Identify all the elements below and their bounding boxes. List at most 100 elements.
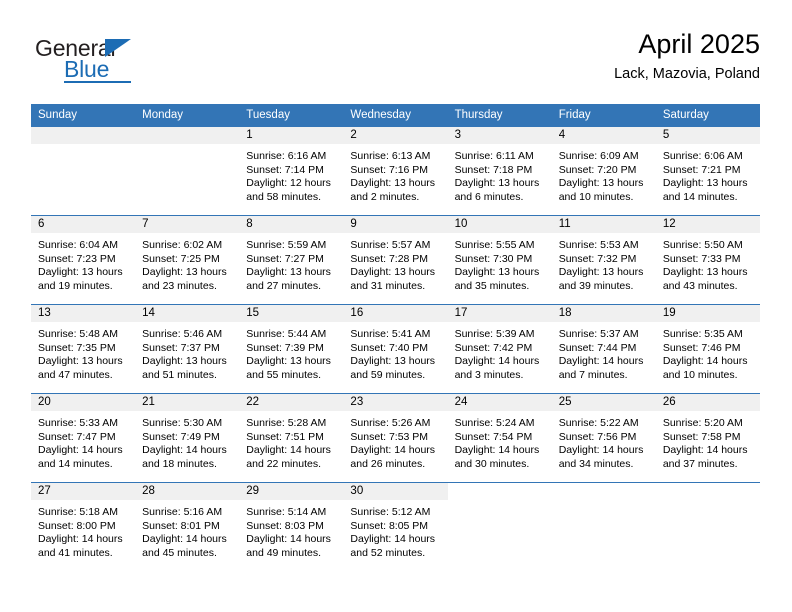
daylight-text: Daylight: 14 hours and 3 minutes. xyxy=(454,355,540,381)
day-number: 14 xyxy=(135,305,240,322)
weekday-header-tuesday: Tuesday xyxy=(239,104,344,127)
day-number: 23 xyxy=(343,394,448,411)
sunset-text: Sunset: 7:23 PM xyxy=(38,252,116,265)
calendar-day-cell[interactable]: 26 Sunrise: 5:20 AM Sunset: 7:58 PM Dayligh… xyxy=(655,393,760,483)
calendar-day-cell[interactable]: 1 Sunrise: 6:16 AM Sunset: 7:14 PM Daylight… xyxy=(239,127,344,216)
sunrise-text: Sunrise: 6:02 AM xyxy=(142,239,223,251)
calendar-day-cell[interactable]: 13 Sunrise: 5:48 AM Sunset: 7:35 PM Dayligh… xyxy=(31,304,136,394)
day-details: Sunrise: 5:48 AM Sunset: 7:35 PM Daylight:… xyxy=(31,322,135,382)
calendar-day-cell[interactable]: 12 Sunrise: 5:50 AM Sunset: 7:33 PM Dayligh… xyxy=(655,215,760,305)
sunrise-text: Sunrise: 5:39 AM xyxy=(454,328,535,340)
calendar-day-cell[interactable]: 2 Sunrise: 6:13 AM Sunset: 7:16 PM Daylight… xyxy=(343,127,448,216)
day-number: 9 xyxy=(343,216,448,233)
calendar-day-cell[interactable]: 4 Sunrise: 6:09 AM Sunset: 7:20 PM Daylight… xyxy=(551,127,656,216)
day-details: Sunrise: 5:53 AM Sunset: 7:32 PM Daylight:… xyxy=(552,233,656,293)
sunrise-text: Sunrise: 5:30 AM xyxy=(142,417,223,429)
calendar-empty-cell xyxy=(655,482,760,571)
calendar-day-cell[interactable]: 23 Sunrise: 5:26 AM Sunset: 7:53 PM Dayligh… xyxy=(343,393,448,483)
sunset-text: Sunset: 7:37 PM xyxy=(142,341,220,354)
sunrise-text: Sunrise: 5:59 AM xyxy=(246,239,327,251)
weekday-header-row: Sunday Monday Tuesday Wednesday Thursday… xyxy=(31,104,760,127)
logo-underline xyxy=(64,81,131,83)
weekday-header-wednesday: Wednesday xyxy=(343,104,448,127)
calendar-day-cell[interactable]: 10 Sunrise: 5:55 AM Sunset: 7:30 PM Dayligh… xyxy=(447,215,552,305)
sunset-text: Sunset: 7:53 PM xyxy=(350,430,429,443)
sunrise-text: Sunrise: 5:28 AM xyxy=(246,417,327,429)
daylight-text: Daylight: 14 hours and 14 minutes. xyxy=(38,444,123,470)
calendar-day-cell[interactable]: 25 Sunrise: 5:22 AM Sunset: 7:56 PM Dayligh… xyxy=(551,393,656,483)
calendar-day-cell[interactable]: 7 Sunrise: 6:02 AM Sunset: 7:25 PM Daylight… xyxy=(135,215,240,305)
day-details: Sunrise: 5:16 AM Sunset: 8:01 PM Daylight:… xyxy=(135,500,239,560)
daylight-text: Daylight: 14 hours and 18 minutes. xyxy=(142,444,227,470)
day-details: Sunrise: 5:39 AM Sunset: 7:42 PM Daylight:… xyxy=(448,322,552,382)
calendar-day-cell[interactable]: 19 Sunrise: 5:35 AM Sunset: 7:46 PM Dayligh… xyxy=(655,304,760,394)
sunrise-text: Sunrise: 6:09 AM xyxy=(558,150,639,162)
calendar-day-cell[interactable]: 16 Sunrise: 5:41 AM Sunset: 7:40 PM Dayligh… xyxy=(343,304,448,394)
calendar-day-cell[interactable]: 20 Sunrise: 5:33 AM Sunset: 7:47 PM Dayligh… xyxy=(31,393,136,483)
calendar-day-cell[interactable]: 15 Sunrise: 5:44 AM Sunset: 7:39 PM Dayligh… xyxy=(239,304,344,394)
sunset-text: Sunset: 7:44 PM xyxy=(558,341,637,354)
day-number: 24 xyxy=(447,394,552,411)
sunrise-text: Sunrise: 5:24 AM xyxy=(454,417,535,429)
calendar-day-cell[interactable]: 11 Sunrise: 5:53 AM Sunset: 7:32 PM Dayligh… xyxy=(551,215,656,305)
sunset-text: Sunset: 7:47 PM xyxy=(38,430,116,443)
sunset-text: Sunset: 7:35 PM xyxy=(38,341,116,354)
calendar-day-cell[interactable]: 3 Sunrise: 6:11 AM Sunset: 7:18 PM Daylight… xyxy=(447,127,552,216)
calendar-day-cell[interactable]: 28 Sunrise: 5:16 AM Sunset: 8:01 PM Dayligh… xyxy=(135,482,240,571)
calendar-day-cell[interactable]: 6 Sunrise: 6:04 AM Sunset: 7:23 PM Daylight… xyxy=(31,215,136,305)
day-details: Sunrise: 6:06 AM Sunset: 7:21 PM Daylight:… xyxy=(656,144,760,204)
calendar-day-cell[interactable]: 5 Sunrise: 6:06 AM Sunset: 7:21 PM Daylight… xyxy=(655,127,760,216)
calendar-day-cell[interactable]: 21 Sunrise: 5:30 AM Sunset: 7:49 PM Dayligh… xyxy=(135,393,240,483)
calendar-day-cell[interactable]: 24 Sunrise: 5:24 AM Sunset: 7:54 PM Dayligh… xyxy=(447,393,552,483)
calendar-day-cell[interactable]: 14 Sunrise: 5:46 AM Sunset: 7:37 PM Dayligh… xyxy=(135,304,240,394)
daylight-text: Daylight: 14 hours and 26 minutes. xyxy=(350,444,436,470)
day-number: 30 xyxy=(343,483,448,500)
calendar-page: General Blue April 2025 Lack, Mazovia, P… xyxy=(0,0,792,612)
calendar-day-cell[interactable]: 29 Sunrise: 5:14 AM Sunset: 8:03 PM Dayligh… xyxy=(239,482,344,571)
day-details: Sunrise: 5:24 AM Sunset: 7:54 PM Daylight:… xyxy=(448,411,552,471)
sunrise-text: Sunrise: 5:55 AM xyxy=(454,239,535,251)
page-subtitle: Lack, Mazovia, Poland xyxy=(614,66,760,82)
day-number: 4 xyxy=(551,127,656,144)
day-number: 18 xyxy=(551,305,656,322)
sunrise-text: Sunrise: 5:22 AM xyxy=(558,417,639,429)
calendar-day-cell[interactable]: 18 Sunrise: 5:37 AM Sunset: 7:44 PM Dayligh… xyxy=(551,304,656,394)
calendar-day-cell[interactable]: 17 Sunrise: 5:39 AM Sunset: 7:42 PM Dayligh… xyxy=(447,304,552,394)
daylight-text: Daylight: 14 hours and 49 minutes. xyxy=(246,533,331,559)
daylight-text: Daylight: 14 hours and 52 minutes. xyxy=(350,533,436,559)
title-block: April 2025 Lack, Mazovia, Poland xyxy=(614,28,760,84)
sunrise-text: Sunrise: 6:11 AM xyxy=(454,150,534,162)
calendar-day-cell[interactable]: 9 Sunrise: 5:57 AM Sunset: 7:28 PM Daylight… xyxy=(343,215,448,305)
weekday-header-monday: Monday xyxy=(135,104,240,127)
day-number: 20 xyxy=(31,394,136,411)
daylight-text: Daylight: 13 hours and 39 minutes. xyxy=(558,266,644,292)
sunset-text: Sunset: 7:30 PM xyxy=(454,252,533,265)
sunset-text: Sunset: 7:56 PM xyxy=(558,430,637,443)
sunset-text: Sunset: 7:25 PM xyxy=(142,252,220,265)
sunset-text: Sunset: 7:39 PM xyxy=(246,341,324,354)
day-number: 13 xyxy=(31,305,136,322)
sunset-text: Sunset: 7:18 PM xyxy=(454,163,533,176)
day-details: Sunrise: 5:50 AM Sunset: 7:33 PM Daylight:… xyxy=(656,233,760,293)
daylight-text: Daylight: 14 hours and 41 minutes. xyxy=(38,533,123,559)
day-details: Sunrise: 5:18 AM Sunset: 8:00 PM Daylight:… xyxy=(31,500,135,560)
day-details: Sunrise: 5:12 AM Sunset: 8:05 PM Daylight:… xyxy=(343,500,447,560)
calendar-day-cell[interactable]: 22 Sunrise: 5:28 AM Sunset: 7:51 PM Dayligh… xyxy=(239,393,344,483)
day-details: Sunrise: 6:04 AM Sunset: 7:23 PM Daylight:… xyxy=(31,233,135,293)
calendar-week-row: 27 Sunrise: 5:18 AM Sunset: 8:00 PM Dayligh… xyxy=(31,482,760,571)
calendar-day-cell[interactable]: 27 Sunrise: 5:18 AM Sunset: 8:00 PM Dayligh… xyxy=(31,482,136,571)
calendar-day-cell[interactable]: 8 Sunrise: 5:59 AM Sunset: 7:27 PM Daylight… xyxy=(239,215,344,305)
sunrise-text: Sunrise: 5:48 AM xyxy=(38,328,118,340)
sunset-text: Sunset: 7:32 PM xyxy=(558,252,637,265)
calendar-day-cell[interactable]: 30 Sunrise: 5:12 AM Sunset: 8:05 PM Dayligh… xyxy=(343,482,448,571)
sunrise-text: Sunrise: 5:57 AM xyxy=(350,239,431,251)
day-number: 21 xyxy=(135,394,240,411)
day-number xyxy=(31,127,136,144)
weekday-header-saturday: Saturday xyxy=(655,104,760,127)
calendar-week-row: 20 Sunrise: 5:33 AM Sunset: 7:47 PM Dayligh… xyxy=(31,393,760,483)
day-details: Sunrise: 5:33 AM Sunset: 7:47 PM Daylight:… xyxy=(31,411,135,471)
day-number: 12 xyxy=(655,216,760,233)
day-details: Sunrise: 6:09 AM Sunset: 7:20 PM Daylight:… xyxy=(552,144,656,204)
day-number: 26 xyxy=(655,394,760,411)
calendar-week-row: 6 Sunrise: 6:04 AM Sunset: 7:23 PM Daylight… xyxy=(31,215,760,305)
